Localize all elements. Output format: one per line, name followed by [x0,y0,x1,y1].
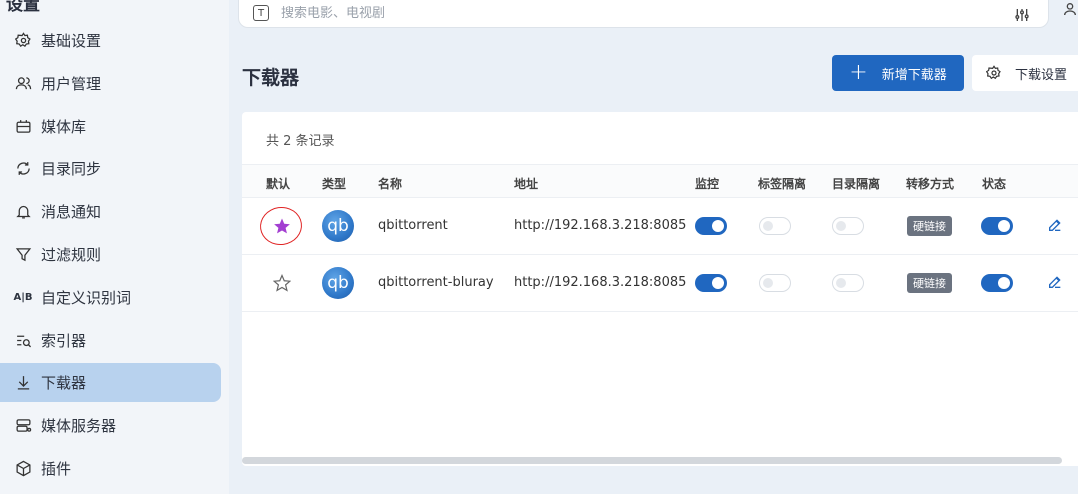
qbittorrent-icon: qb [322,267,354,299]
monitor-toggle[interactable] [695,217,727,235]
monitor-toggle[interactable] [695,274,727,292]
table-row: qb qbittorrent-bluray http://192.168.3.2… [242,255,1078,312]
sidebar-item-notifications[interactable]: 消息通知 [0,192,221,231]
bell-icon [14,203,32,221]
plus-icon: + [849,60,868,85]
download-settings-label: 下载设置 [1015,67,1068,83]
users-icon [14,74,32,92]
filter-icon [14,245,32,263]
status-toggle[interactable] [981,274,1013,292]
sidebar-item-label: 目录同步 [41,160,102,179]
star-outline-icon[interactable] [272,273,292,293]
add-downloader-button[interactable]: + 新增下载器 [832,55,964,91]
user-icon[interactable] [1062,0,1078,22]
sidebar-item-label: 消息通知 [41,203,102,222]
sidebar-item-user-management[interactable]: 用户管理 [0,64,221,103]
server-icon [14,417,32,435]
sync-icon [14,160,32,178]
sidebar-item-label: 自定义识别词 [41,288,132,307]
status-toggle[interactable] [981,217,1013,235]
sidebar-item-label: 索引器 [41,331,87,350]
table-row: qb qbittorrent http://192.168.3.218:8085… [242,198,1078,255]
search-input[interactable] [281,5,981,21]
download-icon [14,374,32,392]
sidebar-item-media-library[interactable]: 媒体库 [0,107,221,146]
t-icon: T [253,5,269,21]
transfer-badge: 硬链接 [907,216,952,236]
dir-isolation-toggle[interactable] [832,274,864,292]
chevron-up-icon[interactable]: ⌃ [201,0,214,7]
sidebar-title: 设置 [6,0,40,15]
header-status: 状态 [982,177,1007,191]
record-count: 共 2 条记录 [266,134,335,149]
gear-icon [986,65,1001,80]
sidebar-item-indexer[interactable]: 索引器 [0,321,221,360]
dir-isolation-toggle[interactable] [832,217,864,235]
downloader-address: http://192.168.3.218:8085 [514,218,687,233]
downloader-address: http://192.168.3.218:8085 [514,275,687,290]
library-icon [14,117,32,135]
sidebar-item-label: 媒体库 [41,117,87,136]
header-monitor: 监控 [695,177,720,191]
header-name: 名称 [378,177,403,191]
indexer-icon [14,331,32,349]
page-title: 下载器 [242,67,300,89]
header-dir-isolation: 目录隔离 [832,177,881,191]
sidebar: 设置 ⌃ 基础设置 用户管理 媒体库 目录同步 消息通知 过滤规则 A|B 自定 [0,0,229,494]
tag-isolation-toggle[interactable] [759,274,791,292]
sliders-icon[interactable] [1014,7,1030,27]
edit-icon[interactable] [1047,274,1063,294]
table-header: 默认 类型 名称 地址 监控 标签隔离 目录隔离 转移方式 状态 [242,164,1078,198]
header-type: 类型 [322,177,347,191]
plugin-icon [14,459,32,477]
downloader-name: qbittorrent-bluray [378,275,494,290]
sidebar-item-label: 基础设置 [41,32,102,50]
sidebar-item-filter-rules[interactable]: 过滤规则 [0,235,221,274]
header-transfer: 转移方式 [906,177,955,191]
sidebar-item-label: 媒体服务器 [41,417,117,436]
header-default: 默认 [266,177,291,191]
search-bar: T [238,0,1049,28]
sidebar-item-media-server[interactable]: 媒体服务器 [0,406,221,445]
ab-icon: A|B [13,291,33,303]
sidebar-item-custom-words[interactable]: A|B 自定义识别词 [0,278,221,317]
sidebar-item-plugins[interactable]: 插件 [0,449,221,488]
tag-isolation-toggle[interactable] [759,217,791,235]
transfer-badge: 硬链接 [907,273,952,293]
sidebar-item-downloader[interactable]: 下载器 [0,363,221,403]
edit-icon[interactable] [1047,217,1063,237]
add-downloader-label: 新增下载器 [881,67,947,83]
download-settings-button[interactable]: 下载设置 [972,55,1078,91]
sidebar-item-basic-settings[interactable]: 基础设置 [0,21,221,60]
sidebar-item-dir-sync[interactable]: 目录同步 [0,149,221,188]
horizontal-scrollbar[interactable] [242,457,1062,464]
downloader-name: qbittorrent [378,218,448,233]
sidebar-item-label: 下载器 [41,374,87,393]
gear-icon [14,32,32,50]
header-address: 地址 [514,177,539,191]
sidebar-item-label: 过滤规则 [41,245,102,264]
sidebar-item-label: 用户管理 [41,74,102,93]
header-tag-isolation: 标签隔离 [758,177,807,191]
downloader-table-card: 共 2 条记录 默认 类型 名称 地址 监控 标签隔离 目录隔离 转移方式 状态… [242,112,1078,466]
star-filled-icon[interactable] [272,216,292,236]
sidebar-item-label: 插件 [41,459,72,478]
qbittorrent-icon: qb [322,210,354,242]
sidebar-nav: 基础设置 用户管理 媒体库 目录同步 消息通知 过滤规则 A|B 自定义识别词 [0,21,229,492]
